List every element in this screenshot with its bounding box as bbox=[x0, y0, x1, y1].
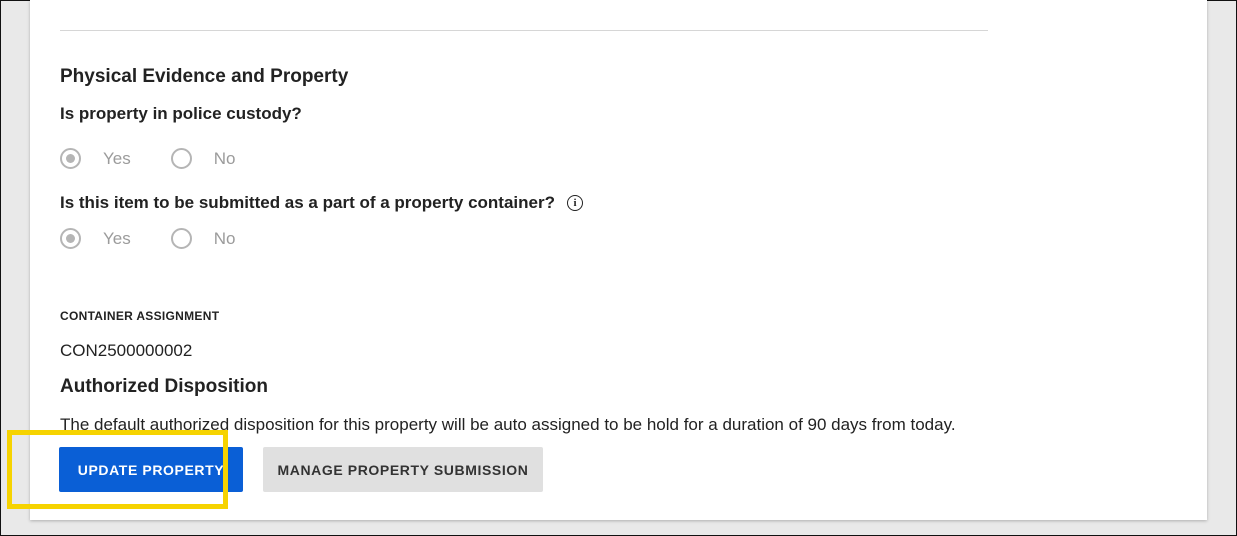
radio-group-police-custody: Yes No bbox=[60, 148, 275, 169]
section-title-physical-evidence: Physical Evidence and Property bbox=[60, 66, 349, 87]
section-divider bbox=[60, 30, 988, 31]
radio-option-no[interactable]: No bbox=[170, 148, 236, 169]
info-icon[interactable]: i bbox=[566, 195, 583, 211]
container-assignment-label: CONTAINER ASSIGNMENT bbox=[60, 309, 220, 323]
container-assignment-value: CON2500000002 bbox=[60, 341, 193, 360]
question-label: Is this item to be submitted as a part o… bbox=[60, 193, 555, 212]
radio-option-no[interactable]: No bbox=[170, 228, 236, 249]
manage-property-submission-button[interactable]: MANAGE PROPERTY SUBMISSION bbox=[263, 447, 543, 492]
radio-label-yes: Yes bbox=[103, 228, 131, 248]
radio-button[interactable] bbox=[170, 228, 192, 249]
radio-button-selected[interactable] bbox=[60, 148, 81, 169]
radio-option-yes[interactable]: Yes bbox=[60, 228, 131, 249]
question-property-container: Is this item to be submitted as a part o… bbox=[60, 193, 583, 213]
radio-label-yes: Yes bbox=[103, 148, 131, 168]
radio-option-yes[interactable]: Yes bbox=[60, 148, 131, 169]
radio-button-selected[interactable] bbox=[60, 228, 81, 249]
question-label: Is property in police custody? bbox=[60, 104, 302, 123]
section-title-authorized-disposition: Authorized Disposition bbox=[60, 376, 268, 397]
highlight-box bbox=[7, 430, 228, 509]
radio-label-no: No bbox=[213, 228, 236, 248]
radio-label-no: No bbox=[213, 148, 236, 168]
radio-button[interactable] bbox=[170, 148, 192, 169]
radio-group-property-container: Yes No bbox=[60, 228, 275, 249]
question-police-custody: Is property in police custody? bbox=[60, 104, 302, 124]
